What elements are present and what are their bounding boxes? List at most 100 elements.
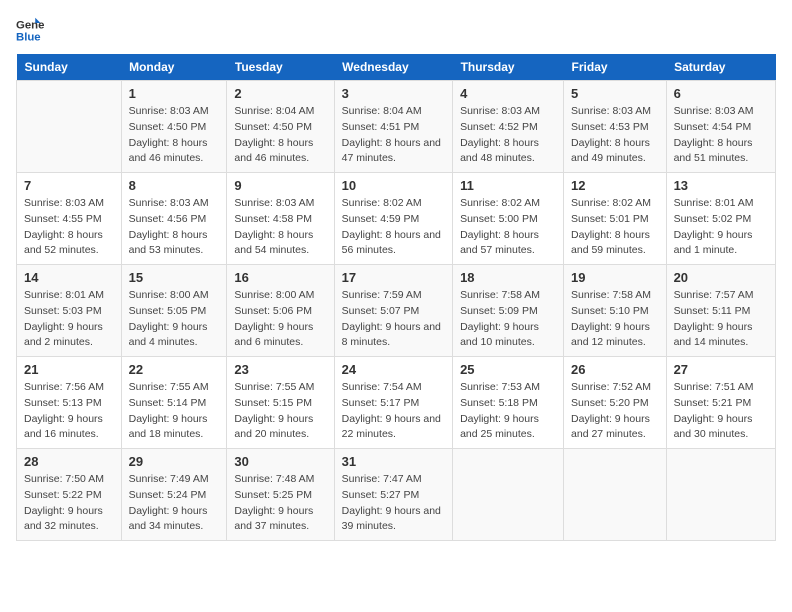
day-number: 3 xyxy=(342,86,445,101)
calendar-cell: 12Sunrise: 8:02 AMSunset: 5:01 PMDayligh… xyxy=(564,173,667,265)
day-info: Sunrise: 7:56 AMSunset: 5:13 PMDaylight:… xyxy=(24,380,114,443)
weekday-tuesday: Tuesday xyxy=(227,54,334,81)
calendar-cell xyxy=(564,449,667,541)
day-info: Sunrise: 7:50 AMSunset: 5:22 PMDaylight:… xyxy=(24,472,114,535)
logo-icon: General Blue xyxy=(16,16,44,44)
day-number: 18 xyxy=(460,270,556,285)
day-number: 31 xyxy=(342,454,445,469)
calendar-cell: 18 Sunrise: 7:58 AMSunset: 5:09 PMDayligh… xyxy=(453,265,564,357)
day-info: Sunrise: 7:53 AMSunset: 5:18 PMDaylight:… xyxy=(460,380,556,443)
day-number: 21 xyxy=(24,362,114,377)
calendar-cell: 8 Sunrise: 8:03 AMSunset: 4:56 PMDaylight… xyxy=(121,173,227,265)
day-number: 1 xyxy=(129,86,220,101)
calendar-cell: 27 Sunrise: 7:51 AMSunset: 5:21 PMDayligh… xyxy=(666,357,775,449)
day-number: 11 xyxy=(460,178,556,193)
calendar-cell: 24 Sunrise: 7:54 AMSunset: 5:17 PMDayligh… xyxy=(334,357,452,449)
day-info: Sunrise: 8:03 AMSunset: 4:53 PMDaylight:… xyxy=(571,104,659,167)
weekday-wednesday: Wednesday xyxy=(334,54,452,81)
day-info: Sunrise: 8:02 AMSunset: 4:59 PMDaylight:… xyxy=(342,196,445,259)
calendar-week-5: 28Sunrise: 7:50 AMSunset: 5:22 PMDayligh… xyxy=(17,449,776,541)
calendar-cell: 26 Sunrise: 7:52 AMSunset: 5:20 PMDayligh… xyxy=(564,357,667,449)
day-info: Sunrise: 8:03 AMSunset: 4:50 PMDaylight:… xyxy=(129,104,220,167)
day-info: Sunrise: 8:03 AMSunset: 4:55 PMDaylight:… xyxy=(24,196,114,259)
calendar-cell xyxy=(666,449,775,541)
day-info: Sunrise: 7:47 AMSunset: 5:27 PMDaylight:… xyxy=(342,472,445,535)
day-info: Sunrise: 8:04 AMSunset: 4:50 PMDaylight:… xyxy=(234,104,326,167)
day-number: 2 xyxy=(234,86,326,101)
day-info: Sunrise: 7:58 AMSunset: 5:10 PMDaylight:… xyxy=(571,288,659,351)
day-number: 8 xyxy=(129,178,220,193)
calendar-cell: 3 Sunrise: 8:04 AMSunset: 4:51 PMDaylight… xyxy=(334,81,452,173)
calendar-cell: 4Sunrise: 8:03 AMSunset: 4:52 PMDaylight… xyxy=(453,81,564,173)
weekday-header-row: SundayMondayTuesdayWednesdayThursdayFrid… xyxy=(17,54,776,81)
calendar-cell: 23 Sunrise: 7:55 AMSunset: 5:15 PMDayligh… xyxy=(227,357,334,449)
day-info: Sunrise: 8:02 AMSunset: 5:00 PMDaylight:… xyxy=(460,196,556,259)
day-info: Sunrise: 7:55 AMSunset: 5:15 PMDaylight:… xyxy=(234,380,326,443)
day-number: 9 xyxy=(234,178,326,193)
day-number: 27 xyxy=(674,362,768,377)
calendar-week-4: 21 Sunrise: 7:56 AMSunset: 5:13 PMDayligh… xyxy=(17,357,776,449)
day-info: Sunrise: 7:55 AMSunset: 5:14 PMDaylight:… xyxy=(129,380,220,443)
day-info: Sunrise: 7:52 AMSunset: 5:20 PMDaylight:… xyxy=(571,380,659,443)
calendar-cell: 9Sunrise: 8:03 AMSunset: 4:58 PMDaylight… xyxy=(227,173,334,265)
logo: General Blue xyxy=(16,16,48,44)
day-info: Sunrise: 7:51 AMSunset: 5:21 PMDaylight:… xyxy=(674,380,768,443)
day-info: Sunrise: 8:00 AMSunset: 5:05 PMDaylight:… xyxy=(129,288,220,351)
day-info: Sunrise: 7:54 AMSunset: 5:17 PMDaylight:… xyxy=(342,380,445,443)
day-number: 7 xyxy=(24,178,114,193)
calendar-cell: 13Sunrise: 8:01 AMSunset: 5:02 PMDayligh… xyxy=(666,173,775,265)
day-info: Sunrise: 7:48 AMSunset: 5:25 PMDaylight:… xyxy=(234,472,326,535)
weekday-saturday: Saturday xyxy=(666,54,775,81)
day-number: 16 xyxy=(234,270,326,285)
day-info: Sunrise: 8:03 AMSunset: 4:56 PMDaylight:… xyxy=(129,196,220,259)
day-info: Sunrise: 7:58 AMSunset: 5:09 PMDaylight:… xyxy=(460,288,556,351)
svg-text:Blue: Blue xyxy=(16,32,41,44)
day-number: 14 xyxy=(24,270,114,285)
weekday-friday: Friday xyxy=(564,54,667,81)
day-number: 30 xyxy=(234,454,326,469)
calendar-cell: 1 Sunrise: 8:03 AMSunset: 4:50 PMDaylight… xyxy=(121,81,227,173)
calendar-week-2: 7 Sunrise: 8:03 AMSunset: 4:55 PMDaylight… xyxy=(17,173,776,265)
svg-text:General: General xyxy=(16,19,44,31)
day-number: 6 xyxy=(674,86,768,101)
day-number: 23 xyxy=(234,362,326,377)
calendar-table: SundayMondayTuesdayWednesdayThursdayFrid… xyxy=(16,54,776,541)
weekday-monday: Monday xyxy=(121,54,227,81)
day-info: Sunrise: 7:59 AMSunset: 5:07 PMDaylight:… xyxy=(342,288,445,351)
day-number: 26 xyxy=(571,362,659,377)
calendar-cell: 28Sunrise: 7:50 AMSunset: 5:22 PMDayligh… xyxy=(17,449,122,541)
day-info: Sunrise: 7:49 AMSunset: 5:24 PMDaylight:… xyxy=(129,472,220,535)
weekday-thursday: Thursday xyxy=(453,54,564,81)
day-info: Sunrise: 8:00 AMSunset: 5:06 PMDaylight:… xyxy=(234,288,326,351)
day-info: Sunrise: 8:01 AMSunset: 5:03 PMDaylight:… xyxy=(24,288,114,351)
day-number: 20 xyxy=(674,270,768,285)
calendar-cell xyxy=(17,81,122,173)
day-info: Sunrise: 7:57 AMSunset: 5:11 PMDaylight:… xyxy=(674,288,768,351)
day-number: 19 xyxy=(571,270,659,285)
calendar-cell: 19 Sunrise: 7:58 AMSunset: 5:10 PMDayligh… xyxy=(564,265,667,357)
calendar-cell: 15Sunrise: 8:00 AMSunset: 5:05 PMDayligh… xyxy=(121,265,227,357)
day-info: Sunrise: 8:03 AMSunset: 4:52 PMDaylight:… xyxy=(460,104,556,167)
day-number: 29 xyxy=(129,454,220,469)
day-info: Sunrise: 8:03 AMSunset: 4:54 PMDaylight:… xyxy=(674,104,768,167)
page-header: General Blue xyxy=(16,16,776,44)
calendar-cell: 21 Sunrise: 7:56 AMSunset: 5:13 PMDayligh… xyxy=(17,357,122,449)
day-number: 22 xyxy=(129,362,220,377)
day-number: 25 xyxy=(460,362,556,377)
calendar-cell: 31 Sunrise: 7:47 AMSunset: 5:27 PMDayligh… xyxy=(334,449,452,541)
day-number: 12 xyxy=(571,178,659,193)
calendar-cell: 6 Sunrise: 8:03 AMSunset: 4:54 PMDaylight… xyxy=(666,81,775,173)
weekday-sunday: Sunday xyxy=(17,54,122,81)
calendar-cell xyxy=(453,449,564,541)
calendar-cell: 11 Sunrise: 8:02 AMSunset: 5:00 PMDayligh… xyxy=(453,173,564,265)
calendar-week-3: 14 Sunrise: 8:01 AMSunset: 5:03 PMDayligh… xyxy=(17,265,776,357)
calendar-cell: 2 Sunrise: 8:04 AMSunset: 4:50 PMDaylight… xyxy=(227,81,334,173)
calendar-cell: 10Sunrise: 8:02 AMSunset: 4:59 PMDayligh… xyxy=(334,173,452,265)
day-number: 24 xyxy=(342,362,445,377)
day-number: 17 xyxy=(342,270,445,285)
day-info: Sunrise: 8:01 AMSunset: 5:02 PMDaylight:… xyxy=(674,196,768,259)
day-number: 5 xyxy=(571,86,659,101)
day-info: Sunrise: 8:04 AMSunset: 4:51 PMDaylight:… xyxy=(342,104,445,167)
calendar-cell: 5 Sunrise: 8:03 AMSunset: 4:53 PMDaylight… xyxy=(564,81,667,173)
calendar-cell: 30 Sunrise: 7:48 AMSunset: 5:25 PMDayligh… xyxy=(227,449,334,541)
